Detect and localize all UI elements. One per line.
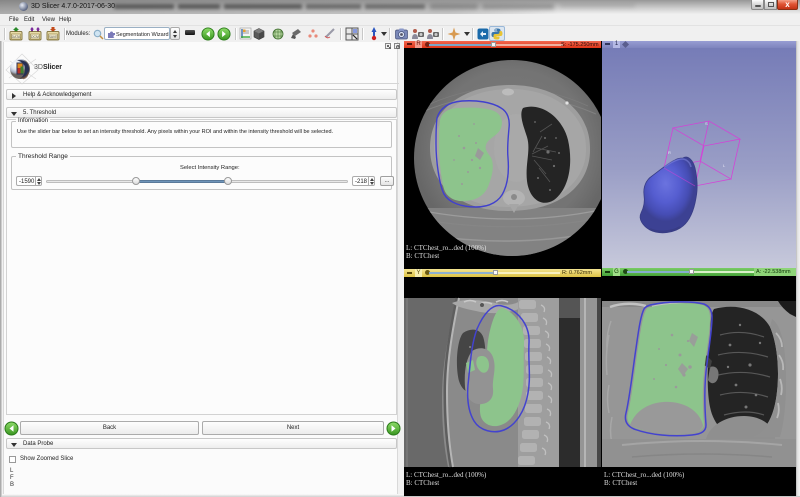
svg-text:SAVE: SAVE xyxy=(48,35,58,39)
svg-text:B: CTChest: B: CTChest xyxy=(406,479,439,487)
svg-text:R: R xyxy=(668,150,671,155)
svg-text:DATA: DATA xyxy=(12,35,21,39)
svg-text:S: S xyxy=(705,121,708,126)
svg-text:L: CTChest_ro...ded (100%): L: CTChest_ro...ded (100%) xyxy=(406,244,487,252)
svg-text:DCM: DCM xyxy=(31,35,39,39)
svg-text:B: CTChest: B: CTChest xyxy=(406,252,439,260)
svg-text:L: CTChest_ro...ded (100%): L: CTChest_ro...ded (100%) xyxy=(604,471,685,479)
svg-text:L: CTChest_ro...ded (100%): L: CTChest_ro...ded (100%) xyxy=(406,471,487,479)
svg-text:B: CTChest: B: CTChest xyxy=(604,479,637,487)
